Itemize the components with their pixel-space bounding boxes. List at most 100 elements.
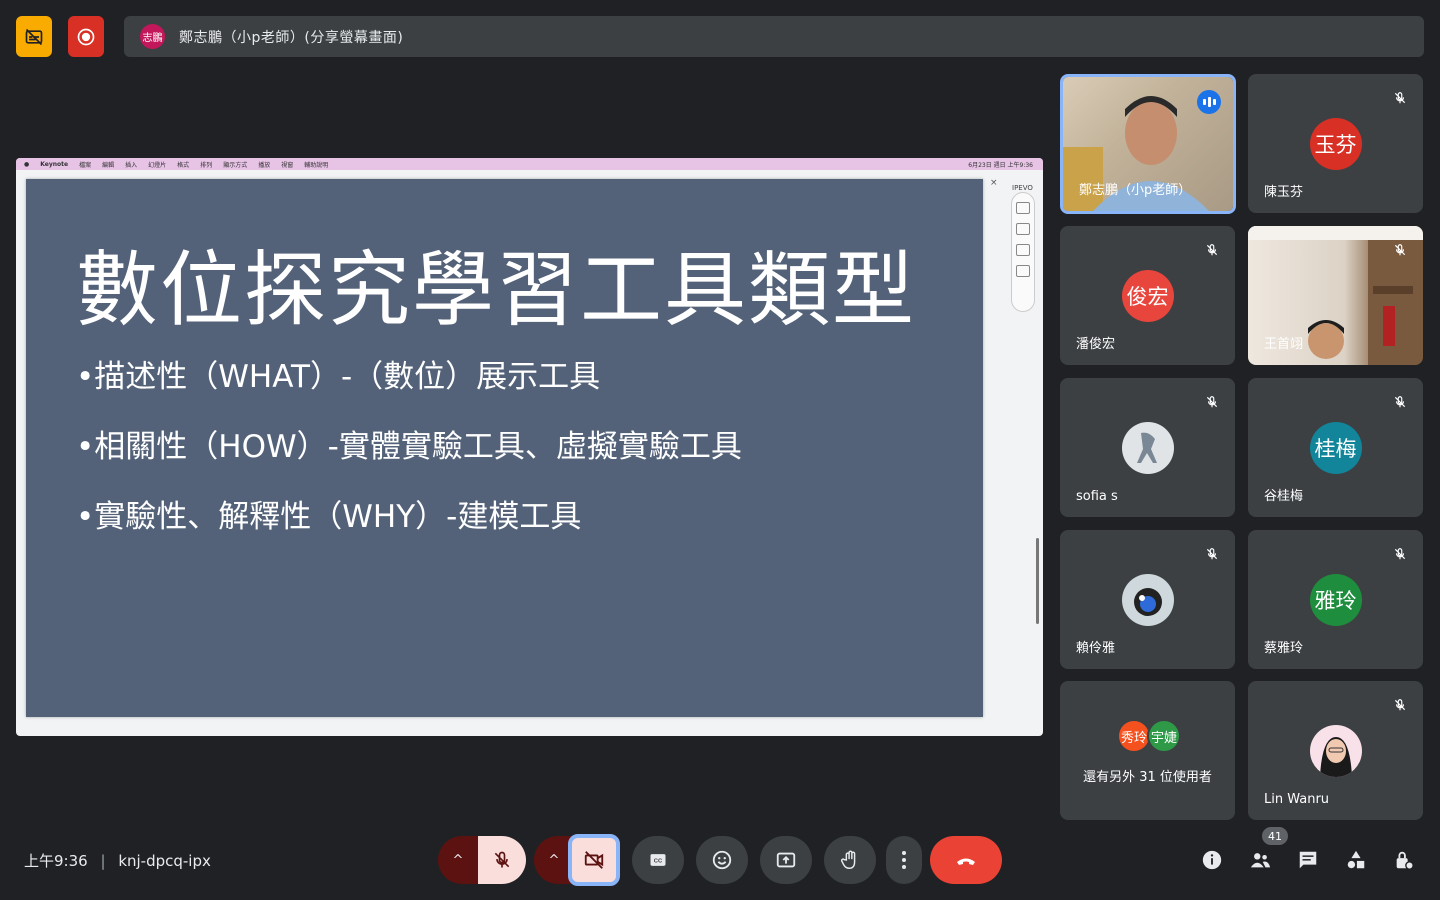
menubar-item: 插入 [125,161,138,169]
raise-hand-icon [841,850,856,869]
svg-text:CC: CC [654,859,663,865]
slide-title: 數位探究學習工具類型 [76,243,917,338]
more-participants-tile[interactable]: 秀玲 宇婕 還有另外 31 位使用者 [1060,681,1235,820]
avatar-image [1121,574,1174,626]
menubar-item: 排列 [200,161,213,169]
people-icon [1250,853,1271,868]
subtitles-off-button[interactable] [16,16,52,57]
chevron-up-icon: ^ [548,852,560,868]
emoji-icon [712,850,732,870]
meeting-details-button[interactable] [1200,848,1224,872]
scrollbar [1036,538,1039,624]
menubar-item: 播放 [258,161,271,169]
subtitles-off-icon [25,28,43,45]
slide: 數位探究學習工具類型 •描述性（WHAT）-（數位）展示工具 •相關性（HOW）… [26,179,983,717]
annotation-toolbar [1011,192,1035,312]
avatar-image [1309,725,1362,777]
captions-button[interactable]: CC [632,836,684,884]
audio-options-button[interactable]: ^ [438,836,478,884]
mac-menubar: ● Keynote 檔案 編輯 插入 幻燈片 格式 排列 顯示方式 播放 視窗 … [16,158,1043,170]
mic-off-icon [1201,391,1223,413]
host-controls-button[interactable] [1392,848,1416,872]
book-icon [1016,244,1030,256]
activities-button[interactable] [1344,848,1368,872]
chat-button[interactable] [1296,848,1320,872]
image-icon [1016,223,1030,235]
shared-screen: ● Keynote 檔案 編輯 插入 幻燈片 格式 排列 顯示方式 播放 視窗 … [16,158,1043,736]
menubar-item: 格式 [177,161,190,169]
avatar-image [1121,422,1174,474]
call-end-icon [957,858,975,865]
separator: | [100,852,106,870]
present-screen-icon [776,852,796,868]
close-icon: × [990,178,998,188]
menubar-item: 視窗 [281,161,294,169]
apple-icon: ● [24,160,30,168]
participant-tile[interactable]: 雅玲 蔡雅玲 [1248,530,1423,669]
camera-icon [1016,265,1030,277]
participant-name: 王首翊 [1264,337,1304,352]
ipevo-label: IPEVO [1012,184,1033,192]
chat-icon [1299,851,1317,869]
participant-tile[interactable]: Lin Wanru [1248,681,1423,820]
meeting-info: 上午9:36 | knj-dpcq-ipx [24,850,211,871]
raise-hand-button[interactable] [824,836,876,884]
mic-off-icon [1389,694,1411,716]
more-vert-icon [902,851,906,869]
mic-off-icon [1201,543,1223,565]
pen-icon [1016,202,1030,214]
presenter-avatar: 志鵬 [140,24,165,49]
closed-caption-icon: CC [650,854,666,866]
participant-tile[interactable]: 王首翊 [1248,226,1423,365]
info-icon [1202,850,1222,870]
participant-name: 賴伶雅 [1076,641,1116,656]
host-controls-icon [1396,851,1414,870]
emoji-button[interactable] [696,836,748,884]
participant-count-badge: 41 [1262,827,1288,845]
mic-off-icon [1201,239,1223,261]
menubar-item: 輔助說明 [304,161,329,169]
menubar-app: Keynote [40,160,69,168]
participant-tile[interactable]: 鄭志鵬（小p老師） [1060,74,1236,214]
avatar: 俊宏 [1121,270,1174,322]
meeting-code: knj-dpcq-ipx [118,852,211,870]
end-call-button[interactable] [930,836,1002,884]
participant-tile[interactable]: 俊宏 潘俊宏 [1060,226,1235,365]
participant-name: 蔡雅玲 [1264,641,1304,656]
avatar: 玉芬 [1309,118,1362,170]
participant-tile[interactable]: sofia s [1060,378,1235,517]
avatar: 宇婕 [1147,719,1181,753]
recording-button[interactable] [68,16,104,57]
present-button[interactable] [760,836,812,884]
participant-name: sofia s [1076,489,1118,504]
menubar-item: 顯示方式 [223,161,248,169]
people-button[interactable] [1248,848,1272,872]
activities-icon [1347,850,1365,869]
participant-tile[interactable]: 桂梅 谷桂梅 [1248,378,1423,517]
menubar-item: 檔案 [79,161,92,169]
participant-tile[interactable]: 玉芬 陳玉芬 [1248,74,1423,213]
slide-bullet: •相關性（HOW）-實體實驗工具、虛擬實驗工具 [76,429,742,465]
camera-toggle-button[interactable] [568,834,620,886]
participant-name: 谷桂梅 [1264,489,1304,504]
record-icon [77,28,95,45]
videocam-off-icon [584,851,604,869]
more-options-button[interactable] [886,836,922,884]
mic-off-icon [494,851,510,868]
speaking-indicator-icon [1197,90,1221,114]
slide-bullet: •描述性（WHAT）-（數位）展示工具 [76,359,601,395]
menubar-item: 編輯 [102,161,115,169]
time: 上午9:36 [24,852,88,870]
participant-name: 潘俊宏 [1076,337,1116,352]
slide-bullet: •實驗性、解釋性（WHY）-建模工具 [76,499,582,535]
mic-off-icon [1389,87,1411,109]
mic-toggle-button[interactable] [478,836,526,884]
mic-off-icon [1389,239,1411,261]
participant-name: 鄭志鵬（小p老師） [1079,183,1192,198]
avatar: 秀玲 [1117,719,1151,753]
participant-tile[interactable]: 賴伶雅 [1060,530,1235,669]
presenter-bar: 志鵬 鄭志鵬（小p老師）(分享螢幕畫面) [124,16,1424,57]
more-participants-label: 還有另外 31 位使用者 [1083,770,1212,785]
participant-name: 陳玉芬 [1264,185,1304,200]
mic-off-icon [1389,391,1411,413]
